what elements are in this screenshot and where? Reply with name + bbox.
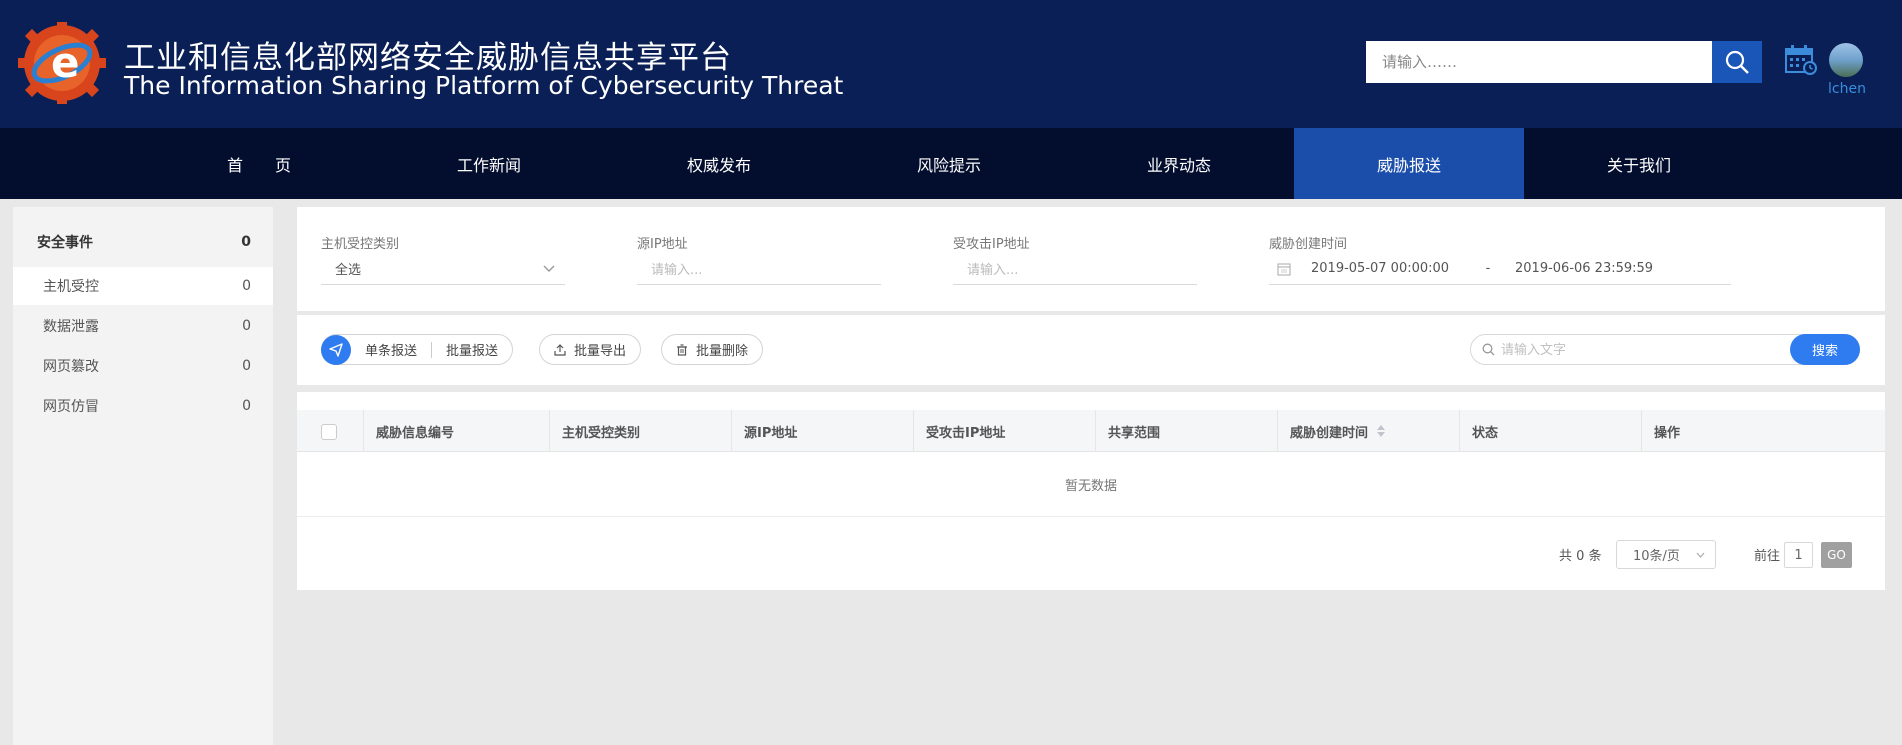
chevron-down-icon (1696, 552, 1705, 558)
page-size-select[interactable]: 10条/页 (1616, 540, 1716, 569)
col-src-ip: 源IP地址 (731, 410, 913, 452)
username[interactable]: lchen (1827, 81, 1867, 97)
header-search-input[interactable] (1366, 41, 1712, 83)
table-search-input[interactable] (1501, 340, 1791, 360)
time-label: 威胁创建时间 (1269, 237, 1348, 252)
total-count: 共 0 条 (1559, 548, 1602, 564)
nav-item-industry[interactable]: 业界动态 (1064, 128, 1294, 199)
batch-export-label: 批量导出 (574, 344, 627, 359)
target-ip-label: 受攻击IP地址 (953, 237, 1030, 252)
header-search-button[interactable] (1712, 41, 1762, 83)
logo-icon: e (18, 22, 106, 104)
time-end[interactable]: 2019-06-06 23:59:59 (1515, 261, 1653, 276)
host-type-label: 主机受控类别 (321, 237, 400, 252)
action-toolbar: 单条报送 批量报送 批量导出 批量删除 搜索 (297, 315, 1885, 385)
search-icon (1482, 343, 1495, 356)
sidebar-item-count: 0 (242, 318, 251, 334)
sidebar-item-data-leak[interactable]: 数据泄露 0 (13, 307, 273, 345)
time-start[interactable]: 2019-05-07 00:00:00 (1311, 261, 1461, 276)
src-ip-label: 源IP地址 (637, 237, 688, 252)
col-host-type: 主机受控类别 (549, 410, 731, 452)
search-icon (1725, 50, 1749, 74)
nav-item-risk[interactable]: 风险提示 (834, 128, 1064, 199)
sidebar-item-label: 网页仿冒 (43, 399, 99, 415)
export-icon (554, 343, 566, 356)
header: e 工业和信息化部网络安全威胁信息共享平台 The Information Sh… (0, 0, 1902, 128)
col-actions: 操作 (1641, 410, 1885, 452)
sidebar-item-web-phishing[interactable]: 网页仿冒 0 (13, 387, 273, 425)
sidebar-item-host-controlled[interactable]: 主机受控 0 (13, 267, 273, 305)
table-search-button[interactable]: 搜索 (1790, 334, 1860, 365)
sidebar-item-label: 网页篡改 (43, 359, 99, 375)
single-report-button[interactable]: 单条报送 (351, 340, 431, 359)
calendar-small-icon (1277, 263, 1291, 275)
col-status: 状态 (1459, 410, 1641, 452)
col-create-time-label: 威胁创建时间 (1290, 425, 1369, 441)
page-size-value: 10条/页 (1633, 549, 1680, 564)
svg-text:e: e (51, 38, 80, 87)
sort-icon[interactable] (1376, 424, 1386, 438)
sidebar-item-web-tamper[interactable]: 网页篡改 0 (13, 347, 273, 385)
sidebar-item-count: 0 (242, 278, 251, 294)
src-ip-input[interactable]: 请输入... (637, 253, 881, 285)
batch-delete-label: 批量删除 (696, 344, 749, 359)
sidebar-item-count: 0 (242, 358, 251, 374)
user-avatar[interactable] (1829, 43, 1863, 77)
batch-delete-button[interactable]: 批量删除 (661, 334, 764, 365)
nav-item-home[interactable]: 首 页 (144, 128, 374, 199)
nav-item-work-news[interactable]: 工作新闻 (374, 128, 604, 199)
batch-report-button[interactable]: 批量报送 (432, 340, 512, 359)
filter-panel: 主机受控类别 全选 源IP地址 请输入... 受攻击IP地址 请输入... 威胁… (297, 207, 1885, 311)
host-type-value: 全选 (335, 263, 362, 278)
send-icon (329, 342, 343, 357)
go-button[interactable]: GO (1821, 542, 1852, 568)
sidebar-item-label: 主机受控 (43, 279, 99, 295)
sidebar-item-count: 0 (242, 398, 251, 414)
col-target-ip: 受攻击IP地址 (913, 410, 1095, 452)
sidebar-item-label: 数据泄露 (43, 319, 99, 335)
report-button-group: 单条报送 批量报送 (321, 334, 514, 365)
site-title-en: The Information Sharing Platform of Cybe… (124, 71, 844, 100)
target-ip-input[interactable]: 请输入... (953, 253, 1197, 285)
empty-state: 暂无数据 (297, 453, 1885, 517)
sidebar-header-count: 0 (241, 234, 251, 250)
host-type-select[interactable]: 全选 (321, 253, 565, 285)
calendar-icon[interactable] (1785, 45, 1817, 75)
sidebar-header[interactable]: 安全事件 0 (13, 225, 273, 259)
goto-page-input[interactable] (1784, 542, 1813, 568)
main-nav: 首 页 工作新闻 权威发布 风险提示 业界动态 威胁报送 关于我们 (0, 128, 1902, 199)
nav-item-threat-report[interactable]: 威胁报送 (1294, 128, 1524, 199)
table-header: 威胁信息编号 主机受控类别 源IP地址 受攻击IP地址 共享范围 威胁创建时间 … (297, 410, 1885, 452)
col-create-time[interactable]: 威胁创建时间 (1277, 410, 1459, 452)
col-threat-id: 威胁信息编号 (363, 410, 549, 452)
col-share-scope: 共享范围 (1095, 410, 1277, 452)
nav-item-about[interactable]: 关于我们 (1524, 128, 1754, 199)
nav-item-authority[interactable]: 权威发布 (604, 128, 834, 199)
chevron-down-icon (543, 265, 555, 272)
sidebar-header-label: 安全事件 (37, 235, 93, 251)
batch-export-button[interactable]: 批量导出 (539, 334, 642, 365)
sidebar: 安全事件 0 主机受控 0 数据泄露 0 网页篡改 0 网页仿冒 0 (13, 207, 273, 745)
trash-icon (677, 343, 687, 356)
goto-label: 前往 (1754, 548, 1781, 564)
send-icon-wrap[interactable] (321, 334, 351, 365)
time-separator: - (1485, 261, 1491, 276)
select-all-checkbox[interactable] (321, 424, 337, 440)
table-search: 搜索 (1470, 334, 1860, 365)
data-table: 威胁信息编号 主机受控类别 源IP地址 受攻击IP地址 共享范围 威胁创建时间 … (297, 392, 1885, 590)
time-range-picker[interactable]: 2019-05-07 00:00:00 - 2019-06-06 23:59:5… (1269, 253, 1731, 285)
